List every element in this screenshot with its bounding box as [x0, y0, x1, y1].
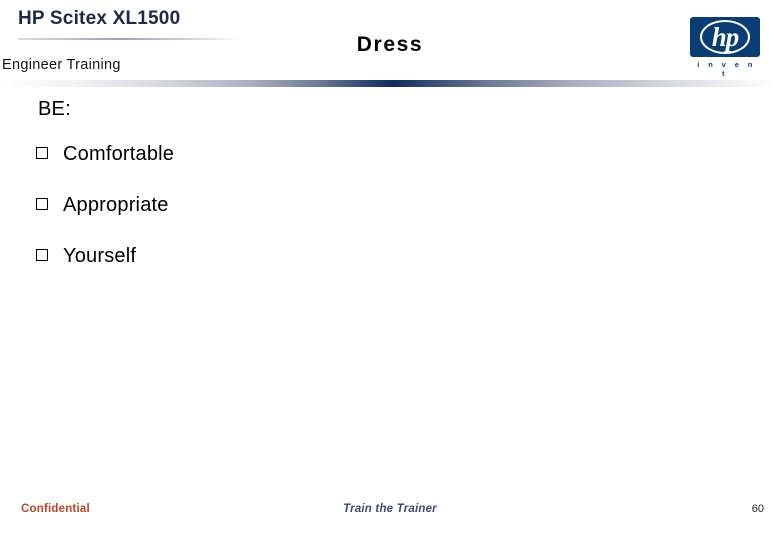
- product-name: HP Scitex XL1500: [18, 8, 181, 29]
- square-bullet-icon: [36, 147, 50, 161]
- list-item-label: Yourself: [63, 245, 137, 267]
- list-item-label: Appropriate: [63, 194, 169, 216]
- hp-logo-mark: hp ®: [690, 17, 760, 57]
- hp-logo: hp ® i n v e n t: [690, 17, 766, 78]
- square-bullet-outline: [36, 147, 48, 159]
- slide-header: HP Scitex XL1500 Engineer Training Dress…: [0, 0, 780, 87]
- course-name: Engineer Training: [2, 57, 121, 73]
- brand-block: HP Scitex XL1500: [18, 6, 278, 40]
- slide-footer: Confidential Train the Trainer 60: [0, 498, 780, 528]
- square-bullet-outline: [36, 249, 48, 261]
- slide-canvas: HP Scitex XL1500 Engineer Training Dress…: [0, 0, 780, 540]
- square-bullet-icon: [36, 198, 50, 212]
- bullet-list: Comfortable Appropriate Yourself: [36, 142, 736, 295]
- hp-logo-tagline: i n v e n t: [697, 60, 756, 78]
- slide-body: BE: Comfortable Appropriate Yourself: [0, 92, 780, 482]
- square-bullet-icon: [36, 249, 50, 263]
- list-item: Comfortable: [36, 142, 736, 168]
- hp-logo-text: hp: [711, 22, 740, 52]
- page-title: Dress: [356, 33, 424, 56]
- square-bullet-outline: [36, 198, 48, 210]
- footer-center-label: Train the Trainer: [343, 503, 437, 515]
- body-heading: BE:: [38, 98, 71, 120]
- list-item: Yourself: [36, 244, 736, 270]
- list-item: Appropriate: [36, 193, 736, 219]
- header-gradient-bar: [0, 80, 780, 87]
- page-number: 60: [751, 503, 764, 515]
- list-item-label: Comfortable: [63, 143, 175, 165]
